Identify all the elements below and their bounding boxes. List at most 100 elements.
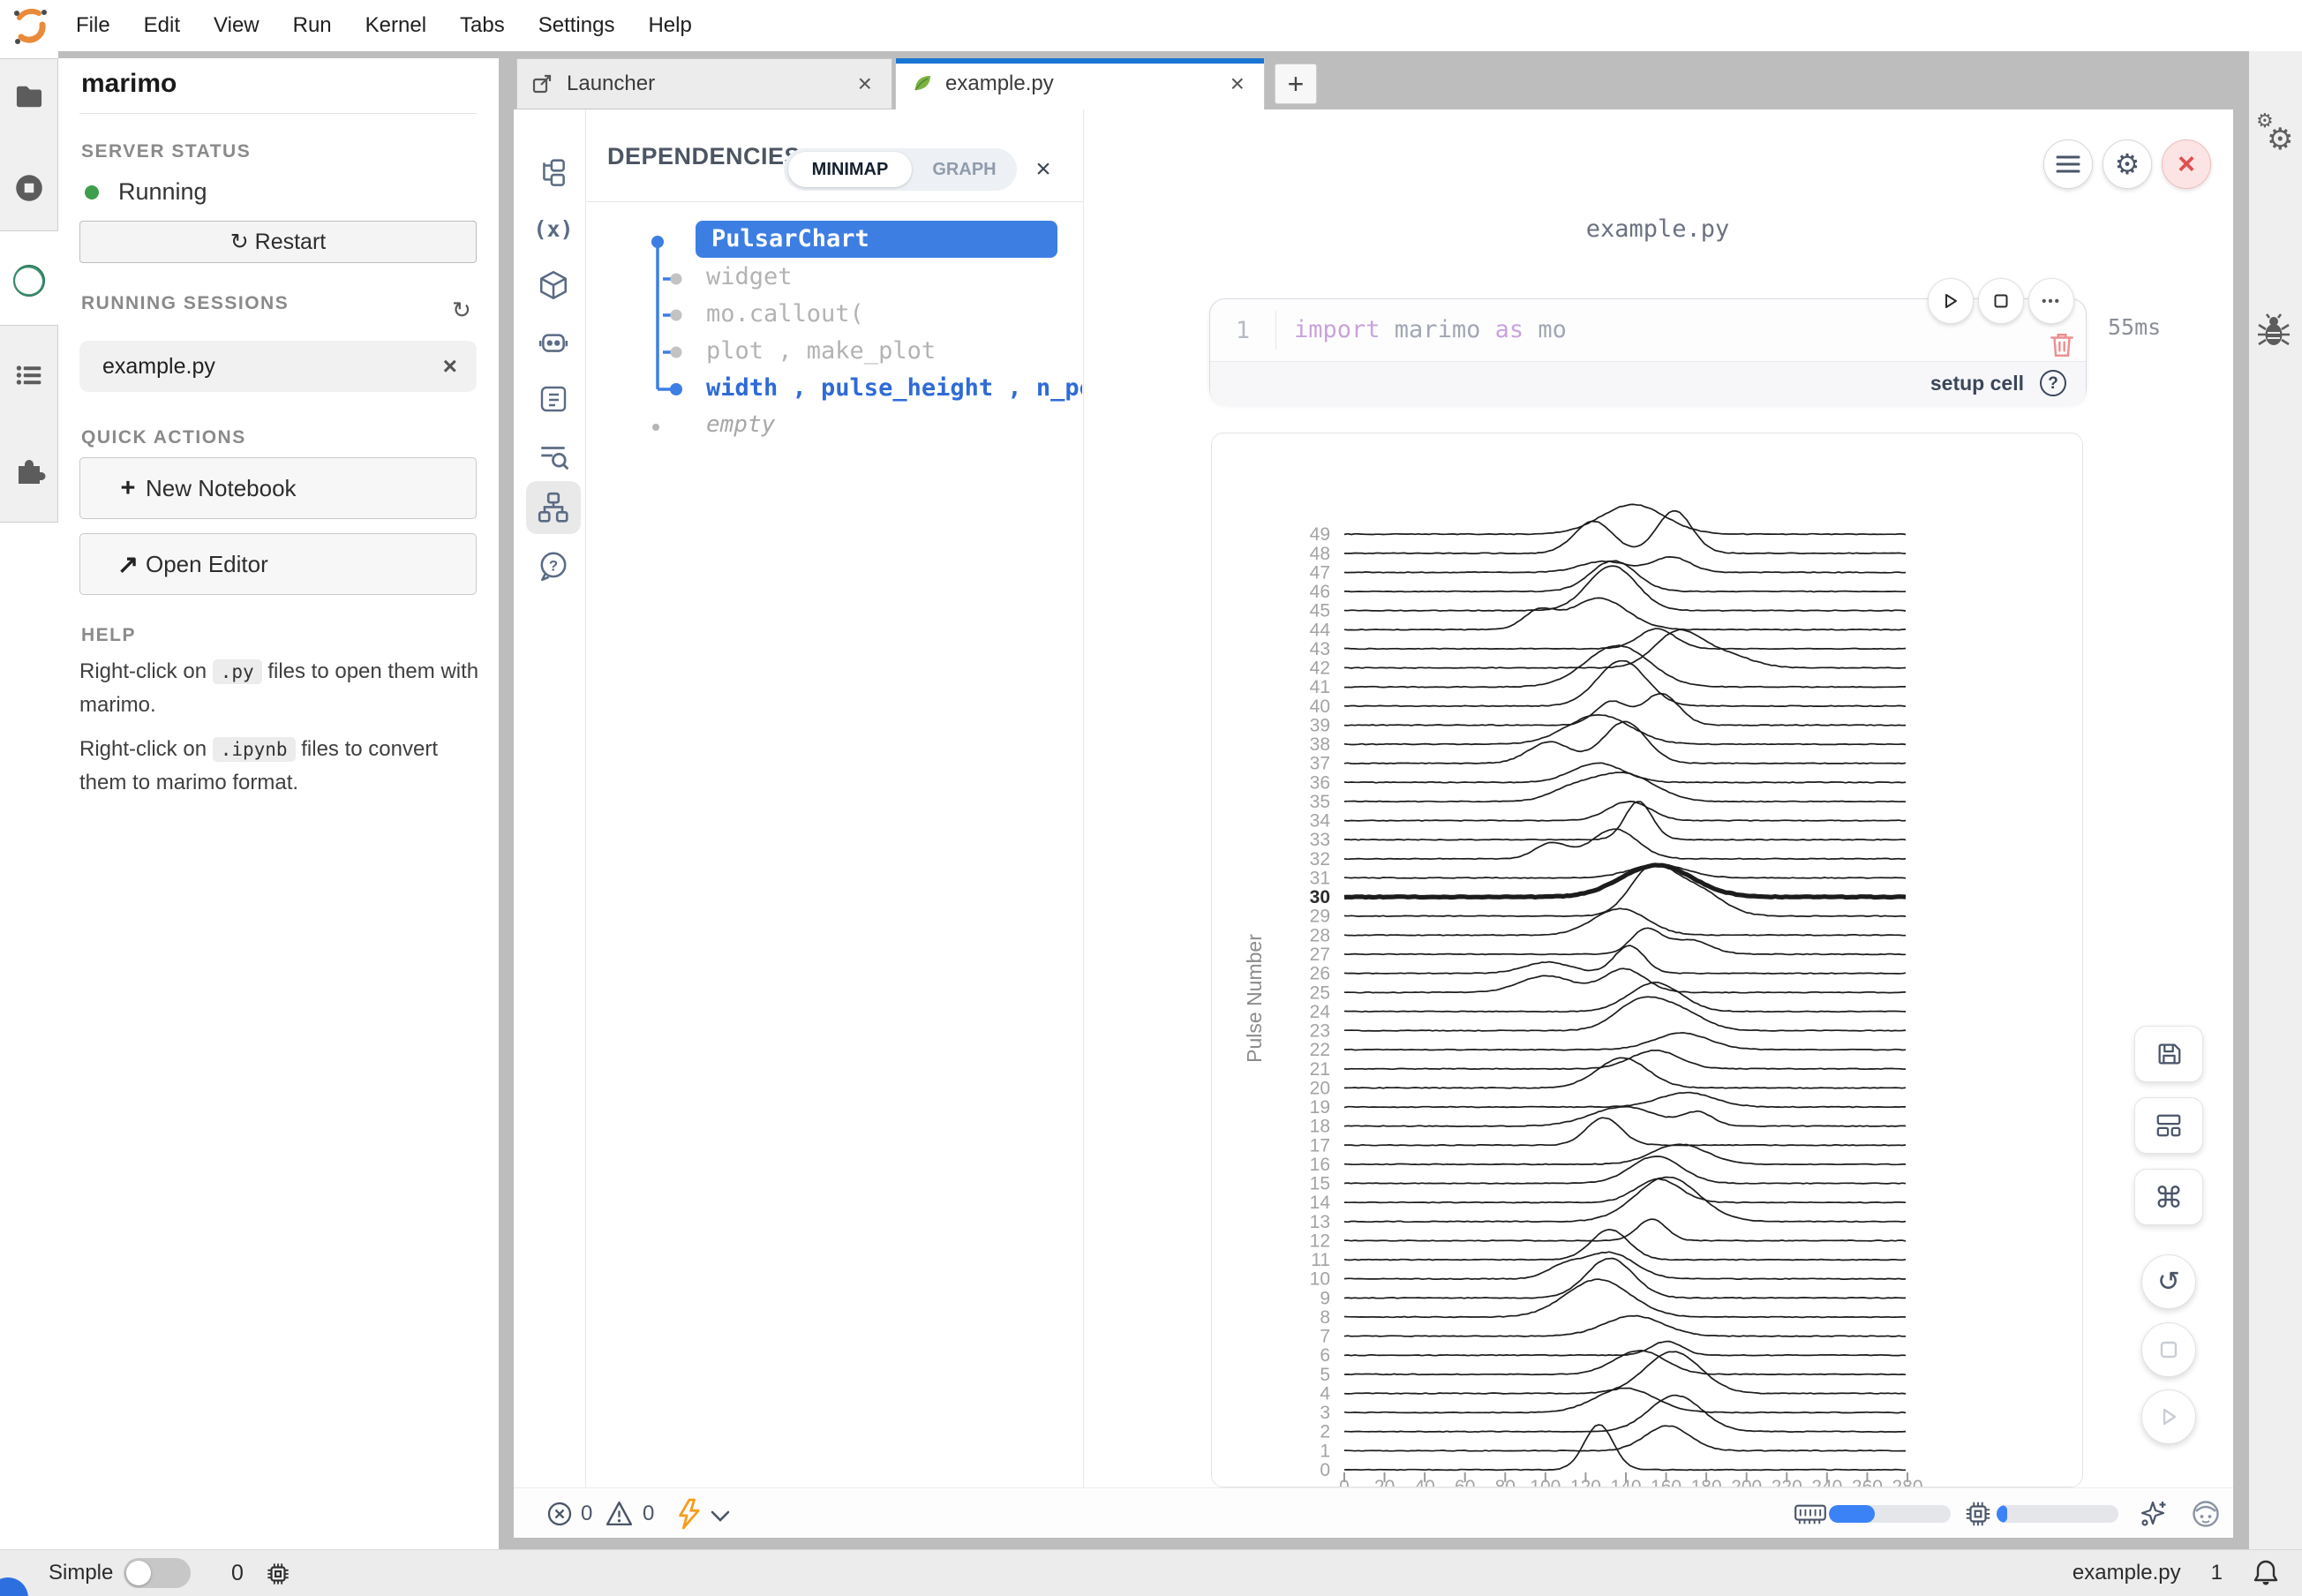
command-palette-button[interactable]: ⌘ [2134, 1169, 2203, 1225]
toggle-graph[interactable]: GRAPH [912, 160, 1017, 180]
tab-example-py[interactable]: example.py × [895, 58, 1265, 109]
simple-mode-toggle[interactable] [124, 1558, 191, 1588]
ai-sparkle-icon[interactable] [2140, 1499, 2168, 1527]
dep-node-widget[interactable]: widget [696, 258, 1082, 295]
running-sessions-icon[interactable] [15, 362, 43, 388]
help-heading: HELP [81, 625, 136, 646]
svg-text:180: 180 [1691, 1477, 1722, 1487]
menu-view[interactable]: View [214, 13, 260, 38]
menu-help[interactable]: Help [648, 13, 691, 38]
dep-node-width[interactable]: width , pulse_height , n_poi [696, 369, 1082, 406]
svg-text:160: 160 [1651, 1477, 1681, 1487]
save-button[interactable] [2134, 1026, 2203, 1082]
svg-text:29: 29 [1310, 907, 1330, 927]
svg-text:3: 3 [1320, 1403, 1330, 1423]
menu-items: File Edit View Run Kernel Tabs Settings Help [76, 13, 692, 38]
stop-square-icon [2159, 1340, 2178, 1359]
run-all-button[interactable] [2141, 1389, 2196, 1444]
statusbar-filename: example.py [2073, 1561, 2181, 1585]
assistant-robot-icon[interactable] [2191, 1499, 2221, 1529]
svg-text:28: 28 [1310, 925, 1330, 945]
file-browser-icon[interactable] [14, 83, 44, 109]
marimo-logo-icon [11, 5, 51, 46]
dep-node-pulsarchart[interactable]: PulsarChart [696, 221, 1082, 258]
menu-run[interactable]: Run [293, 13, 332, 38]
play-icon [2158, 1406, 2179, 1427]
debugger-bug-icon[interactable] [2254, 312, 2293, 351]
scratchpad-search-icon[interactable] [533, 436, 574, 477]
new-tab-button[interactable]: + [1275, 64, 1317, 104]
restart-icon: ↻ [230, 230, 249, 254]
stop-cell-button[interactable] [1978, 278, 2024, 324]
ai-robot-icon[interactable] [533, 321, 574, 362]
menu-edit[interactable]: Edit [144, 13, 180, 38]
code-line[interactable]: import marimo as mo [1275, 311, 1567, 350]
layout-grid-icon [2154, 1111, 2184, 1140]
variables-icon[interactable]: (x) [533, 208, 574, 249]
status-dot [85, 185, 99, 200]
svg-text:27: 27 [1310, 945, 1330, 965]
svg-text:120: 120 [1570, 1477, 1601, 1487]
help-chat-icon[interactable]: ? [533, 546, 574, 586]
corner-accent [0, 1577, 28, 1596]
svg-text:14: 14 [1310, 1193, 1331, 1213]
logs-scroll-icon[interactable] [533, 379, 574, 419]
warnings-icon[interactable] [605, 1500, 634, 1527]
dependency-tree: PulsarChart widget mo.callout(plot , make_… [696, 221, 1082, 443]
svg-text:5: 5 [1320, 1365, 1330, 1385]
interrupt-button[interactable] [2141, 1322, 2196, 1377]
memory-ram-icon [1794, 1502, 1827, 1526]
tab-launcher[interactable]: Launcher × [516, 58, 892, 109]
run-cell-button[interactable] [1928, 278, 1974, 324]
dependencies-graph-icon[interactable] [533, 487, 574, 528]
kernel-cpu-icon[interactable] [265, 1561, 291, 1587]
notebook-settings-button[interactable]: ⚙ [2103, 139, 2152, 189]
dep-node-label: widget [696, 263, 793, 290]
tab-launcher-label: Launcher [567, 72, 655, 96]
svg-text:30: 30 [1310, 887, 1330, 907]
svg-text:260: 260 [1852, 1477, 1883, 1487]
stop-sessions-icon[interactable] [12, 171, 46, 205]
refresh-sessions-icon[interactable]: ↻ [452, 297, 471, 324]
svg-text:18: 18 [1310, 1117, 1330, 1137]
undo-button[interactable]: ↺ [2141, 1254, 2196, 1309]
notebook-menu-button[interactable] [2043, 139, 2093, 189]
tab-launcher-close-icon[interactable]: × [858, 70, 872, 98]
memory-usage-meter [1829, 1505, 1951, 1523]
tab-example-close-icon[interactable]: × [1230, 70, 1245, 98]
error-count: 0 [581, 1488, 592, 1539]
delete-cell-trash-icon[interactable] [2049, 331, 2075, 359]
toggle-minimap[interactable]: MINIMAP [788, 152, 912, 187]
cell-more-actions-button[interactable]: ••• [2028, 278, 2074, 324]
dep-node-empty[interactable]: empty [696, 406, 1082, 443]
menu-kernel[interactable]: Kernel [365, 13, 426, 38]
notebook-shutdown-button[interactable]: × [2162, 139, 2211, 189]
marimo-sidebar-logo-icon[interactable] [10, 261, 49, 300]
setup-cell-label: setup cell [1930, 362, 2024, 404]
restart-button[interactable]: ↻ Restart [79, 221, 477, 263]
extensions-puzzle-icon[interactable] [13, 454, 47, 487]
menu-settings[interactable]: Settings [538, 13, 615, 38]
open-editor-button[interactable]: ↗ Open Editor [79, 533, 477, 595]
new-notebook-button[interactable]: + New Notebook [79, 457, 477, 519]
panel-icon-strip: (x) [521, 109, 586, 1487]
session-list-item[interactable]: example.py × [79, 341, 477, 392]
dependencies-close-icon[interactable]: × [1022, 148, 1064, 191]
dep-node-plot[interactable]: plot , make_plot [696, 332, 1082, 369]
setup-help-icon[interactable]: ? [2040, 370, 2066, 396]
notification-bell-icon[interactable] [2253, 1559, 2279, 1587]
chevron-down-icon[interactable] [710, 1509, 731, 1524]
errors-icon[interactable] [546, 1501, 573, 1527]
large-gear-glyph: ⚙ [2267, 122, 2293, 157]
layout-toggle-button[interactable] [2134, 1097, 2203, 1154]
svg-text:44: 44 [1310, 620, 1331, 640]
file-tree-icon[interactable] [533, 154, 574, 194]
menu-file[interactable]: File [76, 13, 110, 38]
session-close-icon[interactable]: × [443, 352, 457, 380]
svg-text:45: 45 [1310, 601, 1330, 621]
dep-node-mo[interactable]: mo.callout( [696, 295, 1082, 332]
menu-tabs[interactable]: Tabs [460, 13, 505, 38]
settings-gears-icon[interactable]: ⚙ ⚙ [2254, 109, 2297, 159]
packages-icon[interactable] [533, 265, 574, 305]
run-mode-lightning-icon[interactable] [675, 1498, 702, 1530]
